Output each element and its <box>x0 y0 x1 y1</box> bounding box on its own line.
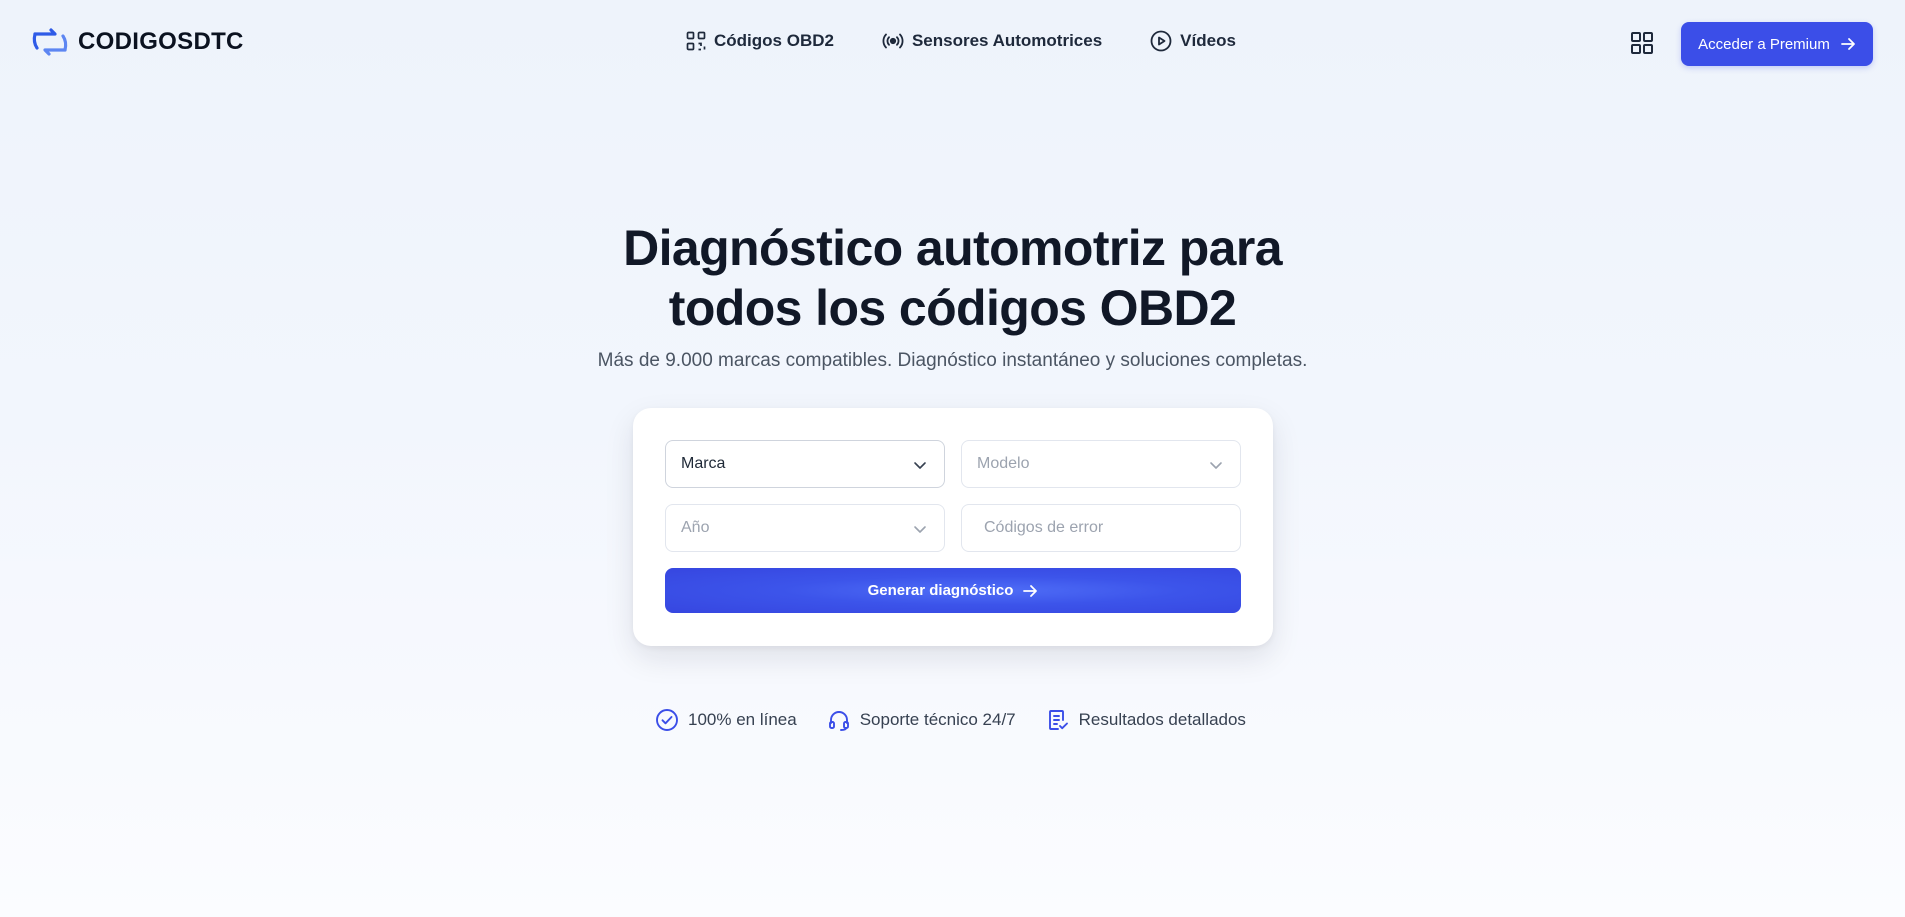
chevron-down-icon <box>914 462 926 469</box>
feature-item: 100% en línea <box>655 708 797 732</box>
report-icon <box>1048 710 1068 730</box>
anio-select-value: Año <box>681 519 710 536</box>
marca-select[interactable]: Marca <box>665 440 945 488</box>
page: CODIGOSDTC Códigos OBD2 Sensores Automot… <box>0 0 1905 917</box>
brand-logo[interactable]: CODIGOSDTC <box>31 28 244 56</box>
diagnostic-form-card: Marca Modelo Año Códigos de error Genera… <box>633 408 1273 646</box>
modelo-select[interactable]: Modelo <box>961 440 1241 488</box>
feature-item: Soporte técnico 24/7 <box>827 708 1016 732</box>
hero-subtitle: Más de 9.000 marcas compatibles. Diagnós… <box>597 350 1308 371</box>
top-navigation: CODIGOSDTC Códigos OBD2 Sensores Automot… <box>0 0 1905 90</box>
brand-name: CODIGOSDTC <box>78 28 244 55</box>
nav-link-videos[interactable]: Vídeos <box>1150 30 1236 52</box>
qr-code-icon <box>686 31 706 51</box>
anio-select[interactable]: Año <box>665 504 945 552</box>
generate-diagnosis-label: Generar diagnóstico <box>867 582 1014 599</box>
logo-icon <box>32 28 68 56</box>
modelo-select-value: Modelo <box>977 455 1030 472</box>
feature-label: Soporte técnico 24/7 <box>859 710 1016 729</box>
nav-link-codigos-obd2[interactable]: Códigos OBD2 <box>686 31 834 51</box>
chevron-down-icon <box>1210 462 1222 469</box>
play-circle-icon <box>1150 30 1172 52</box>
apps-grid-button[interactable] <box>1630 31 1654 55</box>
arrow-right-icon <box>1023 584 1038 597</box>
hero-title: Diagnóstico automotriz para todos los có… <box>0 218 1905 338</box>
chevron-down-icon <box>914 526 926 533</box>
feature-label: 100% en línea <box>688 710 797 729</box>
grid-icon <box>1631 32 1653 54</box>
main-menu: Códigos OBD2 Sensores Automotrices Vídeo… <box>686 30 1236 52</box>
hero-title-line-1: Diagnóstico automotriz para <box>623 220 1282 276</box>
feature-list: 100% en línea Soporte técnico 24/7 Resul… <box>655 708 1246 732</box>
nav-link-sensores[interactable]: Sensores Automotrices <box>882 31 1102 51</box>
generate-diagnosis-button[interactable]: Generar diagnóstico <box>665 568 1241 613</box>
nav-link-label: Códigos OBD2 <box>714 31 834 50</box>
feature-item: Resultados detallados <box>1046 708 1246 732</box>
premium-button-label: Acceder a Premium <box>1698 35 1830 53</box>
feature-label: Resultados detallados <box>1078 710 1246 729</box>
nav-link-label: Vídeos <box>1180 31 1236 50</box>
broadcast-icon <box>882 33 904 49</box>
hero-title-line-2: todos los códigos OBD2 <box>668 280 1237 336</box>
check-circle-icon <box>656 709 678 731</box>
premium-button[interactable]: Acceder a Premium <box>1681 22 1873 66</box>
codigos-error-input[interactable]: Códigos de error <box>961 504 1241 552</box>
codigos-error-placeholder: Códigos de error <box>984 519 1104 536</box>
nav-link-label: Sensores Automotrices <box>911 31 1103 50</box>
arrow-right-icon <box>1840 38 1855 50</box>
marca-select-value: Marca <box>681 455 726 472</box>
headset-icon <box>828 711 849 731</box>
